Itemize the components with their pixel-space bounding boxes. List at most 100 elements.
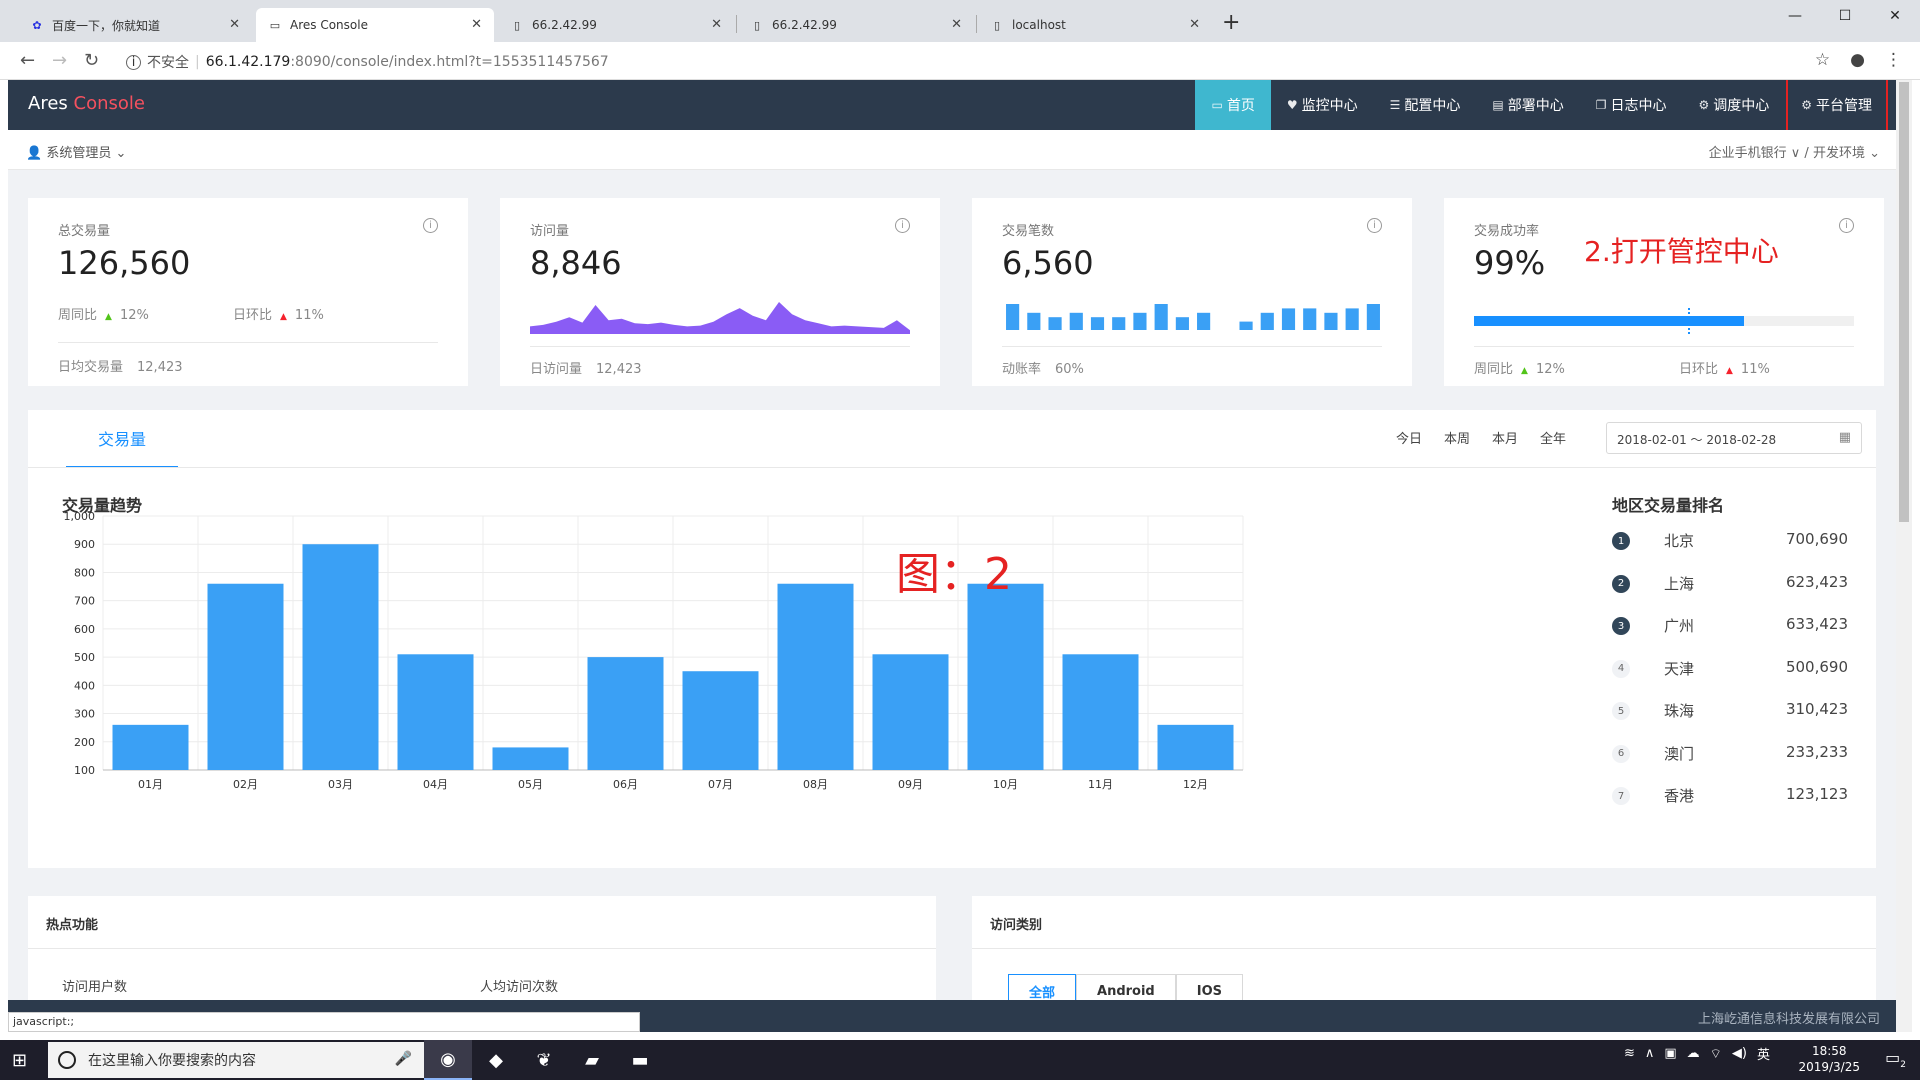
bookmark-star-icon[interactable]: ☆ — [1815, 50, 1830, 70]
brand-logo[interactable]: Ares Console — [28, 93, 145, 114]
profile-icon[interactable]: ● — [1850, 50, 1865, 70]
close-icon[interactable]: ✕ — [951, 17, 962, 32]
file-explorer-icon[interactable]: ▬ — [616, 1040, 664, 1080]
range-year[interactable]: 全年 — [1540, 428, 1566, 447]
notification-icon[interactable]: ▭2 — [1885, 1048, 1906, 1070]
volume-icon[interactable]: ◀) — [1732, 1046, 1747, 1061]
back-icon[interactable]: ← — [20, 50, 35, 71]
close-icon[interactable]: ✕ — [471, 17, 482, 32]
wifi-icon[interactable]: ≋ — [1624, 1046, 1635, 1061]
transaction-panel: 交易量 今日 本周 本月 全年 2018-02-01 ～ 2018-02-28 … — [28, 410, 1876, 868]
chart-bar[interactable] — [302, 544, 379, 770]
chrome-icon[interactable]: ◉ — [424, 1040, 472, 1080]
card-title: 总交易量 — [58, 224, 111, 239]
chart-bar[interactable] — [967, 583, 1044, 770]
rank-city: 澳门 — [1664, 744, 1695, 763]
mini-bar — [1260, 312, 1274, 330]
card-success-rate: 交易成功率 i 99% 周同比 ▲ 12% 日环比 ▲ 11% — [1444, 198, 1884, 386]
vertical-scrollbar[interactable] — [1896, 80, 1912, 1032]
user-dropdown[interactable]: 👤 系统管理员 ⌄ — [26, 142, 126, 161]
mini-bar — [1133, 312, 1147, 330]
new-tab-button[interactable]: + — [1222, 10, 1240, 35]
chart-bar[interactable] — [112, 724, 189, 770]
spring-icon[interactable]: ❦ — [520, 1040, 568, 1080]
taskbar-clock[interactable]: 18:58 2019/3/25 — [1798, 1043, 1860, 1075]
tab-ares-console[interactable]: ▭ Ares Console ✕ — [256, 8, 494, 42]
forward-icon[interactable]: → — [52, 50, 67, 71]
reload-icon[interactable]: ↻ — [84, 50, 99, 71]
chart-bar[interactable] — [492, 747, 569, 770]
chevron-up-icon[interactable]: ∧ — [1645, 1046, 1655, 1061]
menu-item-deploy[interactable]: ▤ 部署中心 — [1476, 80, 1579, 130]
footer-value: 60% — [1055, 362, 1084, 377]
date-range-picker[interactable]: 2018-02-01 ～ 2018-02-28 ▦ — [1606, 422, 1862, 454]
range-month[interactable]: 本月 — [1492, 428, 1518, 447]
footer-label: 日均交易量 — [58, 360, 124, 375]
close-window-icon[interactable]: ✕ — [1870, 0, 1920, 32]
windows-start-icon[interactable]: ⊞ — [12, 1050, 27, 1071]
menu-item-schedule[interactable]: ⚙ 调度中心 — [1682, 80, 1785, 130]
chart-bar[interactable] — [777, 583, 854, 770]
info-icon[interactable]: i — [895, 218, 910, 233]
rank-city: 珠海 — [1664, 702, 1695, 720]
rank-value: 623,423 — [1785, 572, 1848, 591]
triangle-up-icon: ▲ — [1521, 366, 1528, 376]
menu-item-home[interactable]: ▭ 首页 — [1195, 80, 1271, 138]
url-field[interactable]: i 不安全 | 66.1.42.179:8090/console/index.h… — [126, 52, 609, 72]
chart-bar[interactable] — [1157, 724, 1234, 770]
mini-bar — [1006, 304, 1020, 330]
info-icon[interactable]: i — [1839, 218, 1854, 233]
page-viewport: Ares Console ▭ 首页 ♥ 监控中心 ☰ 配置中心 ▤ 部署中心 ❐ 日志中心… — [8, 80, 1896, 1032]
chart-bar[interactable] — [397, 654, 474, 770]
menu-label: 调度中心 — [1713, 98, 1770, 114]
menu-item-config[interactable]: ☰ 配置中心 — [1374, 80, 1477, 130]
info-icon[interactable]: i — [126, 54, 141, 70]
range-today[interactable]: 今日 — [1396, 428, 1422, 447]
close-icon[interactable]: ✕ — [1189, 17, 1200, 32]
ime-indicator[interactable]: 英 — [1757, 1044, 1770, 1063]
chart-bar[interactable] — [872, 654, 949, 770]
user-name: 系统管理员 — [46, 146, 112, 161]
app-icon[interactable]: ◆ — [472, 1040, 520, 1080]
environment-selector[interactable]: 企业手机银行 ∨ / 开发环境 ⌄ — [1709, 142, 1880, 161]
clock-time: 18:58 — [1811, 1044, 1847, 1058]
menu-item-monitor[interactable]: ♥ 监控中心 — [1271, 80, 1374, 130]
tab-ip-2[interactable]: ▯ 66.2.42.99 ✕ — [738, 8, 974, 42]
maximize-icon[interactable]: ☐ — [1820, 0, 1870, 32]
chart-bar[interactable] — [207, 583, 284, 770]
chart-bar[interactable] — [1062, 654, 1139, 770]
more-menu-icon[interactable]: ⋮ — [1885, 50, 1902, 70]
chart-bar[interactable] — [682, 671, 759, 770]
box-icon[interactable]: ▣ — [1664, 1046, 1676, 1061]
tab-ip-1[interactable]: ▯ 66.2.42.99 ✕ — [498, 8, 734, 42]
menu-item-log[interactable]: ❐ 日志中心 — [1580, 80, 1683, 130]
mini-bar — [1048, 317, 1062, 330]
info-icon[interactable]: i — [423, 218, 438, 233]
menu-label: 监控中心 — [1301, 98, 1358, 114]
cloud-icon[interactable]: ☁ — [1687, 1046, 1700, 1061]
taskbar-search[interactable]: 在这里输入你要搜索的内容 🎤 — [48, 1042, 424, 1078]
network-icon[interactable]: ⌔ — [1710, 1046, 1722, 1062]
tab-transaction-volume[interactable]: 交易量 — [66, 410, 178, 468]
ranking-title: 地区交易量排名 — [1612, 496, 1725, 515]
rank-number: 1 — [1612, 532, 1630, 550]
heart-icon: ♥ — [1286, 98, 1298, 112]
chevron-down-icon: ⌄ — [1869, 146, 1880, 161]
rank-value: 633,423 — [1785, 615, 1848, 633]
tab-localhost[interactable]: ▯ localhost ✕ — [978, 8, 1212, 42]
progress-fill — [1474, 316, 1744, 326]
scrollbar-thumb[interactable] — [1899, 82, 1909, 522]
info-icon[interactable]: i — [1367, 218, 1382, 233]
tab-baidu[interactable]: ✿ 百度一下，你就知道 ✕ — [18, 8, 252, 42]
close-icon[interactable]: ✕ — [711, 17, 722, 32]
chart-bar[interactable] — [587, 657, 664, 770]
minimize-icon[interactable]: — — [1770, 0, 1820, 32]
range-week[interactable]: 本周 — [1444, 428, 1470, 447]
url-host: 66.1.42.179 — [205, 54, 291, 70]
browser-status-bubble: javascript:; — [8, 1012, 640, 1032]
card-divider — [58, 342, 438, 343]
app-icon[interactable]: ▰ — [568, 1040, 616, 1080]
microphone-icon[interactable]: 🎤 — [395, 1051, 412, 1067]
server-icon: ▤ — [1492, 98, 1504, 112]
close-icon[interactable]: ✕ — [229, 17, 240, 32]
